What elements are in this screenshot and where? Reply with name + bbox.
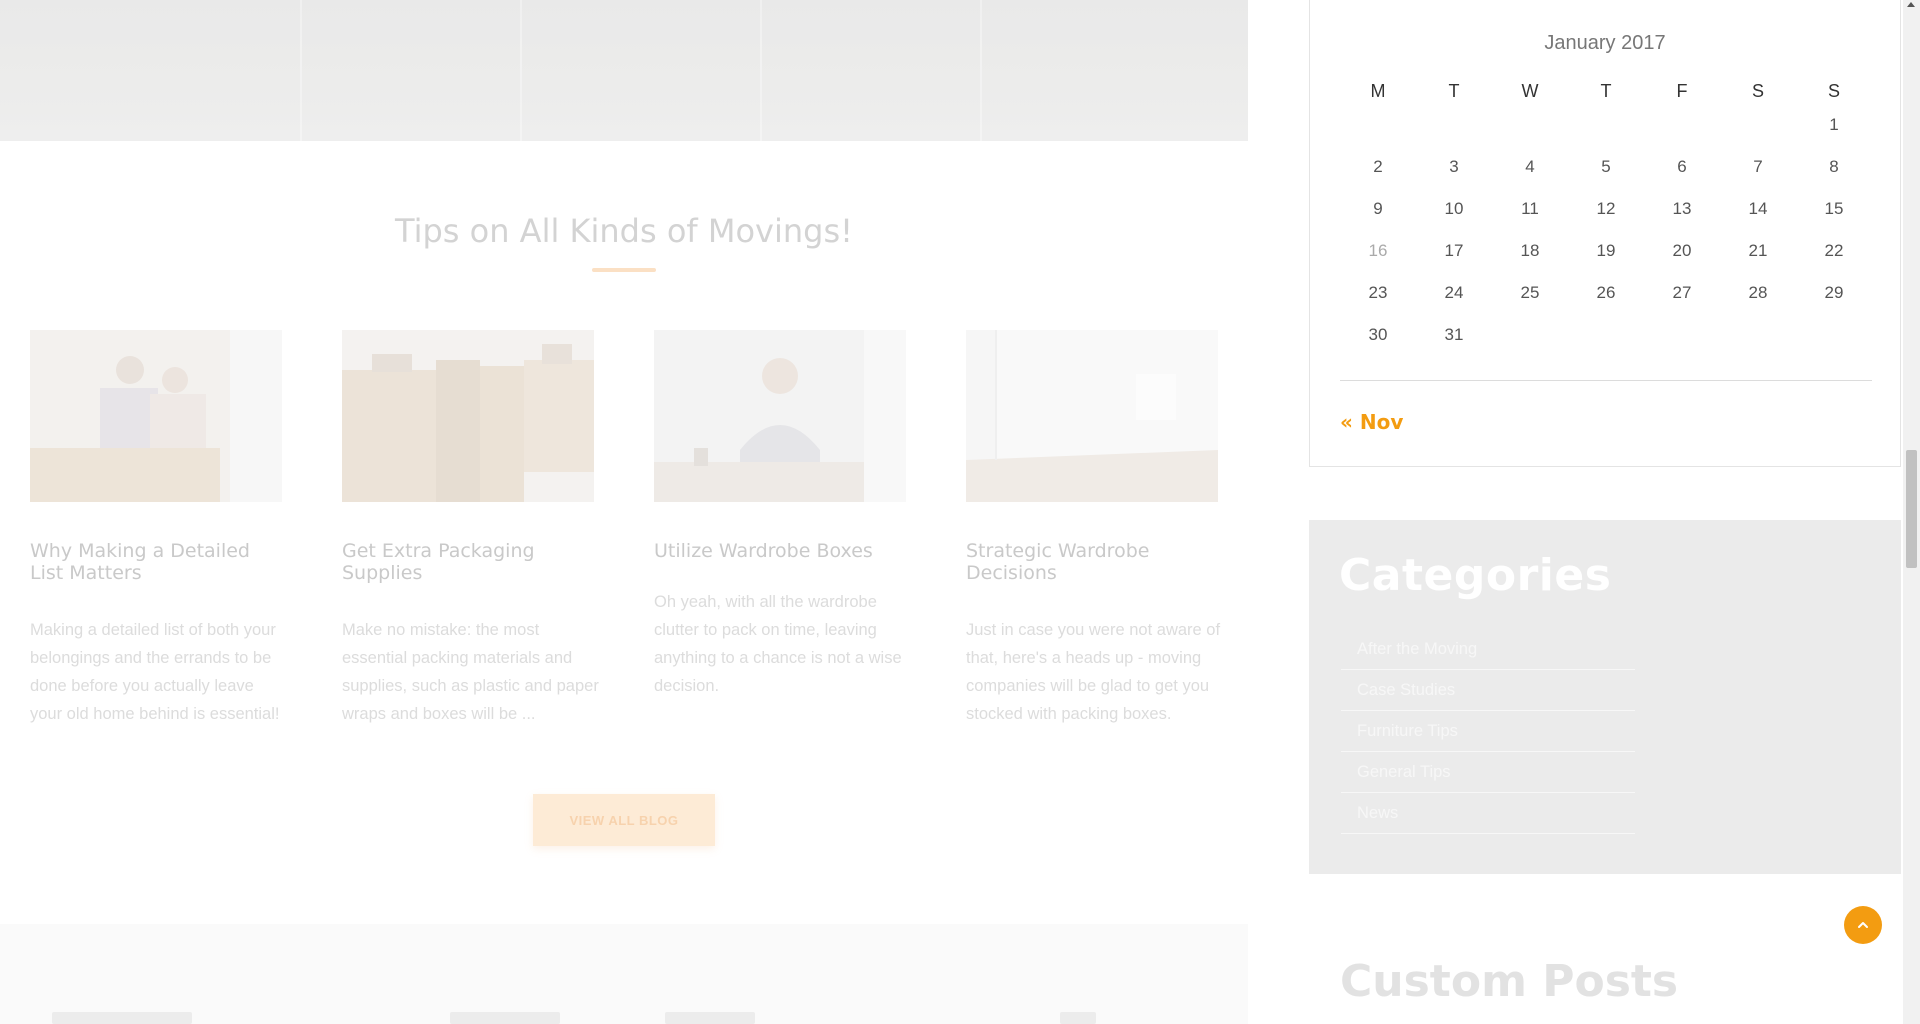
hero-image-detail <box>300 0 302 141</box>
scrollbar-thumb[interactable] <box>1906 450 1917 568</box>
calendar-day: 31 <box>1444 325 1464 344</box>
weekday-label: M <box>1370 80 1386 101</box>
weekday-label: S <box>1827 80 1840 101</box>
calendar-day: 4 <box>1525 157 1535 176</box>
calendar-day: 7 <box>1753 157 1763 176</box>
hero-image-detail <box>980 0 982 141</box>
post-excerpt: Making a detailed list of both your belo… <box>30 621 280 723</box>
categories-title: Categories <box>1339 550 1612 601</box>
calendar-day: 23 <box>1368 283 1388 302</box>
category-link[interactable]: After the Moving <box>1357 640 1477 659</box>
post-excerpt: Oh yeah, with all the wardrobe clutter t… <box>654 593 902 695</box>
categories-widget: Categories After the Moving Case Studies… <box>1309 520 1901 874</box>
calendar-day: 29 <box>1824 283 1844 302</box>
calendar-day: 15 <box>1824 199 1844 218</box>
weekday-label: T <box>1448 80 1460 101</box>
partner-logo <box>665 1012 755 1024</box>
calendar-day: 22 <box>1824 241 1844 260</box>
calendar-day: 25 <box>1520 283 1540 302</box>
calendar-prev-month-link[interactable]: « Nov <box>1340 410 1403 434</box>
category-link[interactable]: Case Studies <box>1357 681 1455 700</box>
calendar-day: 20 <box>1672 241 1692 260</box>
post-excerpt: Make no mistake: the most essential pack… <box>342 621 599 723</box>
partner-logo <box>1060 1012 1096 1024</box>
calendar-widget: January 2017 M T W T F S S 1 2 3 4 5 6 7 <box>1309 0 1901 467</box>
calendar-day: 1 <box>1829 115 1839 134</box>
post-title[interactable]: Strategic Wardrobe Decisions <box>966 540 1218 584</box>
calendar-day: 19 <box>1596 241 1616 260</box>
chevron-up-icon <box>1858 922 1868 928</box>
calendar-day: 24 <box>1444 283 1464 302</box>
calendar-day: 18 <box>1520 241 1540 260</box>
calendar-day: 11 <box>1521 199 1539 218</box>
calendar-week-row: 23 24 25 26 27 28 29 <box>1340 272 1872 314</box>
weekday-label: T <box>1600 80 1612 101</box>
section-title: Tips on All Kinds of Movings! <box>395 212 853 250</box>
post-thumbnail[interactable] <box>30 330 282 502</box>
calendar-day: 6 <box>1677 157 1687 176</box>
calendar-week-row: 9 10 11 12 13 14 15 <box>1340 188 1872 230</box>
calendar-day: 13 <box>1672 199 1692 218</box>
scroll-up-arrow-icon[interactable] <box>1907 2 1915 7</box>
calendar-grid: M T W T F S S 1 2 3 4 5 6 7 8 9 10 11 12… <box>1340 78 1872 356</box>
post-thumbnail[interactable] <box>342 330 594 502</box>
category-item: News <box>1341 794 1635 834</box>
custom-posts-title: Custom Posts <box>1340 956 1679 1007</box>
calendar-week-row: 2 3 4 5 6 7 8 <box>1340 146 1872 188</box>
calendar-week-row: 1 <box>1340 104 1872 146</box>
view-all-blog-button[interactable]: VIEW ALL BLOG <box>533 794 715 846</box>
calendar-week-row: 16 17 18 19 20 21 22 <box>1340 230 1872 272</box>
category-link[interactable]: General Tips <box>1357 763 1451 782</box>
calendar-day: 10 <box>1444 199 1464 218</box>
post-card: Utilize Wardrobe Boxes Oh yeah, with all… <box>654 330 906 700</box>
calendar-day: 12 <box>1596 199 1616 218</box>
weekday-label: S <box>1751 80 1764 101</box>
title-underline <box>592 268 656 272</box>
calendar-day: 26 <box>1596 283 1616 302</box>
post-title[interactable]: Why Making a Detailed List Matters <box>30 540 282 584</box>
post-card: Why Making a Detailed List Matters Makin… <box>30 330 282 728</box>
category-item: Furniture Tips <box>1341 712 1635 752</box>
weekday-label: W <box>1521 80 1539 101</box>
calendar-day: 8 <box>1829 157 1839 176</box>
back-to-top-button[interactable] <box>1844 906 1882 944</box>
category-link[interactable]: News <box>1357 804 1398 823</box>
weekday-label: F <box>1676 80 1688 101</box>
partner-logo <box>52 1012 192 1024</box>
partners-strip <box>0 924 1248 1024</box>
post-thumbnail[interactable] <box>654 330 906 502</box>
calendar-divider <box>1340 380 1872 381</box>
hero-image-detail <box>520 0 522 141</box>
hero-image-detail <box>760 0 762 141</box>
category-item: After the Moving <box>1341 630 1635 670</box>
calendar-day: 21 <box>1748 241 1768 260</box>
categories-list: After the Moving Case Studies Furniture … <box>1341 630 1635 835</box>
category-item: Case Studies <box>1341 671 1635 711</box>
calendar-day: 30 <box>1368 325 1388 344</box>
calendar-day: 2 <box>1373 157 1383 176</box>
post-thumbnail[interactable] <box>966 330 1218 502</box>
hero-image <box>0 0 1248 141</box>
calendar-day: 9 <box>1373 199 1383 218</box>
category-link[interactable]: Furniture Tips <box>1357 722 1458 741</box>
calendar-caption: January 2017 <box>1544 32 1666 54</box>
calendar-day: 28 <box>1748 283 1768 302</box>
calendar-day: 3 <box>1449 157 1459 176</box>
calendar-week-row: 30 31 <box>1340 314 1872 356</box>
calendar-day: 5 <box>1601 157 1611 176</box>
calendar-day: 17 <box>1444 241 1464 260</box>
post-title[interactable]: Get Extra Packaging Supplies <box>342 540 594 584</box>
post-card: Strategic Wardrobe Decisions Just in cas… <box>966 330 1220 728</box>
calendar-weekday-row: M T W T F S S <box>1340 78 1872 104</box>
category-item: General Tips <box>1341 753 1635 793</box>
post-title[interactable]: Utilize Wardrobe Boxes <box>654 540 906 562</box>
partner-logo <box>450 1012 560 1024</box>
calendar-day-today: 16 <box>1368 241 1388 260</box>
page-scrollbar[interactable] <box>1903 0 1920 1024</box>
calendar-day: 27 <box>1672 283 1692 302</box>
post-excerpt: Just in case you were not aware of that,… <box>966 621 1221 723</box>
calendar-day: 14 <box>1748 199 1768 218</box>
post-card: Get Extra Packaging Supplies Make no mis… <box>342 330 599 728</box>
